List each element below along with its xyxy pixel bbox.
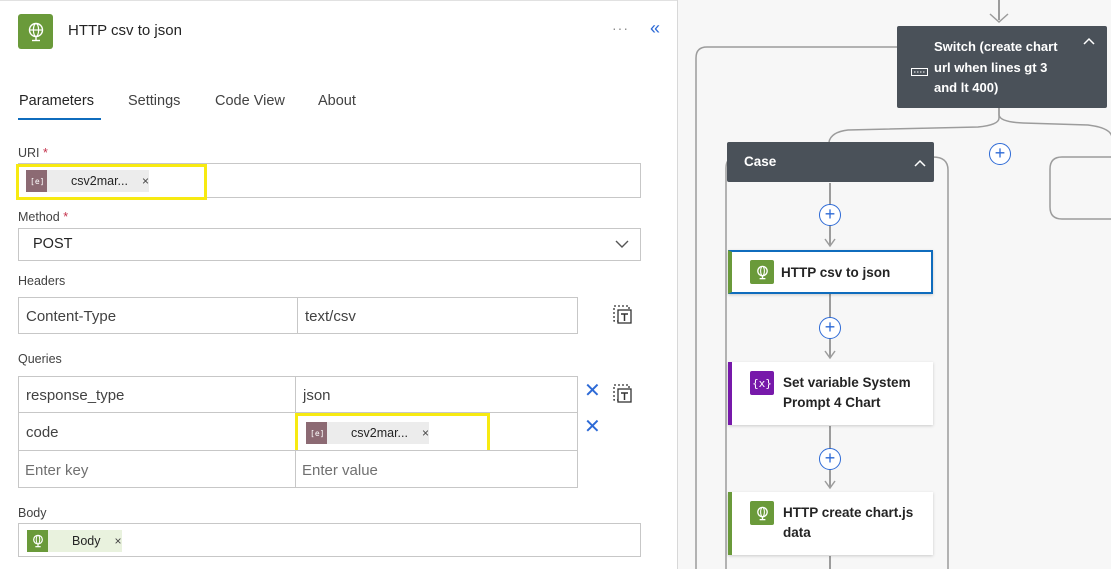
key-placeholder: Enter key	[25, 462, 89, 479]
method-value: POST	[33, 236, 73, 252]
add-action-button[interactable]: +	[819, 204, 841, 226]
action-node-http-create-chart[interactable]: HTTP create chart.js data	[728, 492, 933, 555]
node-title: Set variable System Prompt 4 Chart	[783, 375, 911, 410]
http-icon	[750, 260, 774, 284]
switch-node-title: Switch (create chart url when lines gt 3…	[934, 39, 1058, 95]
variable-icon: [e]	[306, 422, 327, 444]
uri-dynamic-token[interactable]: [e] csv2mar... ×	[26, 170, 149, 192]
variable-icon: [e]	[26, 170, 47, 192]
method-label: Method *	[18, 210, 69, 224]
workflow-canvas[interactable]: Switch (create chart url when lines gt 3…	[677, 0, 1111, 569]
switch-to-text-mode-icon[interactable]	[613, 305, 633, 325]
node-title: HTTP create chart.js data	[783, 505, 914, 540]
panel-title: HTTP csv to json	[68, 22, 182, 39]
chevron-up-icon[interactable]	[914, 156, 926, 174]
add-action-button[interactable]: +	[819, 448, 841, 470]
action-node-http-csv-to-json[interactable]: HTTP csv to json	[728, 250, 933, 294]
tab-code-view[interactable]: Code View	[215, 93, 285, 109]
delete-query-button[interactable]: ✕	[584, 381, 601, 401]
add-action-button[interactable]: +	[819, 317, 841, 339]
query-key-text: response_type	[26, 387, 125, 404]
active-tab-indicator	[18, 118, 101, 120]
node-title: HTTP csv to json	[781, 265, 891, 280]
token-label: Body	[72, 534, 101, 548]
case-node[interactable]: Case	[727, 142, 934, 182]
queries-label: Queries	[18, 352, 62, 366]
token-label: csv2mar...	[71, 174, 128, 188]
action-details-panel: HTTP csv to json ··· « Parameters Settin…	[0, 0, 677, 569]
body-label: Body	[18, 506, 47, 520]
http-action-icon	[18, 14, 53, 49]
query-value-text: json	[303, 387, 331, 404]
remove-token-button[interactable]: ×	[422, 426, 429, 440]
token-label: csv2mar...	[351, 426, 408, 440]
action-node-set-variable[interactable]: {x} Set variable System Prompt 4 Chart	[728, 362, 933, 425]
value-placeholder: Enter value	[302, 462, 378, 479]
tab-about[interactable]: About	[318, 93, 356, 109]
code-dynamic-token[interactable]: [e] csv2mar... ×	[306, 422, 429, 444]
tab-settings[interactable]: Settings	[128, 93, 180, 109]
http-icon	[27, 530, 48, 552]
svg-text:[e]: [e]	[310, 429, 323, 438]
http-icon	[750, 501, 774, 525]
collapse-panel-button[interactable]: «	[650, 18, 660, 39]
switch-icon	[911, 64, 928, 82]
more-options-button[interactable]: ···	[612, 20, 629, 36]
body-dynamic-token[interactable]: Body ×	[27, 530, 122, 552]
case-title: Case	[744, 154, 777, 169]
uri-label: URI *	[18, 146, 48, 160]
remove-token-button[interactable]: ×	[115, 534, 122, 548]
headers-label: Headers	[18, 274, 66, 288]
query-value-field[interactable]	[295, 376, 578, 413]
chevron-up-icon[interactable]	[1083, 34, 1095, 52]
query-key-text: code	[26, 424, 59, 441]
tab-parameters[interactable]: Parameters	[19, 93, 94, 109]
add-case-button[interactable]: +	[989, 143, 1011, 165]
chevron-down-icon[interactable]	[614, 237, 630, 255]
delete-query-button[interactable]: ✕	[584, 417, 601, 437]
header-key-text: Content-Type	[26, 308, 117, 325]
designer-window: HTTP csv to json ··· « Parameters Settin…	[0, 0, 1111, 569]
panel-top-border	[0, 0, 677, 1]
remove-token-button[interactable]: ×	[142, 174, 149, 188]
switch-to-text-mode-icon[interactable]	[613, 384, 633, 404]
switch-node[interactable]: Switch (create chart url when lines gt 3…	[897, 26, 1107, 108]
method-select[interactable]	[18, 228, 641, 261]
query-key-field[interactable]	[18, 412, 296, 451]
header-value-text: text/csv	[305, 308, 356, 325]
variable-icon: {x}	[750, 371, 774, 395]
svg-text:[e]: [e]	[30, 177, 43, 186]
